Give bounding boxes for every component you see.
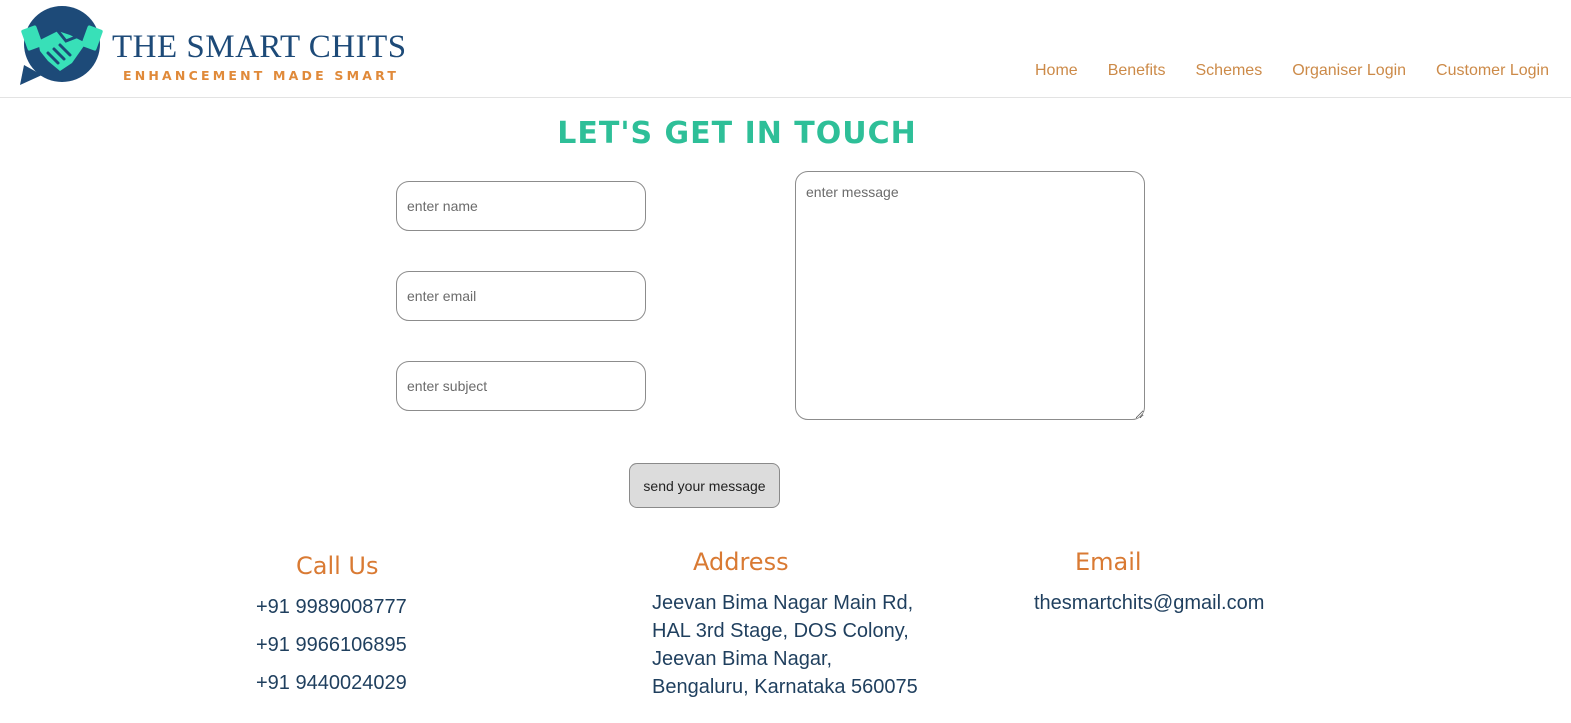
- email-input[interactable]: [396, 271, 646, 321]
- address-line: Jeevan Bima Nagar,: [652, 648, 833, 670]
- phone-number[interactable]: +91 9966106895: [256, 634, 407, 657]
- email-heading: Email: [1075, 548, 1142, 576]
- brand-logo[interactable]: THE SMART CHITS ENHANCEMENT MADE SMART: [18, 5, 418, 91]
- brand-title: THE SMART CHITS: [112, 29, 407, 65]
- send-message-button[interactable]: send your message: [629, 463, 780, 508]
- address-line: Bengaluru, Karnataka 560075: [652, 676, 918, 698]
- subject-input[interactable]: [396, 361, 646, 411]
- call-us-heading: Call Us: [296, 552, 379, 580]
- nav-benefits-link[interactable]: Benefits: [1108, 62, 1166, 80]
- contact-title: LET'S GET IN TOUCH: [557, 116, 917, 151]
- handshake-logo-icon: [20, 6, 103, 85]
- phone-number[interactable]: +91 9440024029: [256, 672, 407, 695]
- nav-organiser-login-link[interactable]: Organiser Login: [1292, 62, 1406, 80]
- nav-customer-login-link[interactable]: Customer Login: [1436, 62, 1549, 80]
- brand-tagline: ENHANCEMENT MADE SMART: [123, 68, 400, 83]
- main-nav: Home Benefits Schemes Organiser Login Cu…: [1035, 62, 1549, 80]
- site-header: THE SMART CHITS ENHANCEMENT MADE SMART H…: [0, 0, 1571, 98]
- address-line: HAL 3rd Stage, DOS Colony,: [652, 620, 909, 642]
- address-heading: Address: [693, 548, 789, 576]
- nav-schemes-link[interactable]: Schemes: [1196, 62, 1263, 80]
- email-address-link[interactable]: thesmartchits@gmail.com: [1034, 592, 1264, 615]
- address-line: Jeevan Bima Nagar Main Rd,: [652, 592, 914, 614]
- nav-home-link[interactable]: Home: [1035, 62, 1078, 80]
- phone-number[interactable]: +91 9989008777: [256, 596, 407, 619]
- name-input[interactable]: [396, 181, 646, 231]
- message-textarea[interactable]: [795, 171, 1145, 420]
